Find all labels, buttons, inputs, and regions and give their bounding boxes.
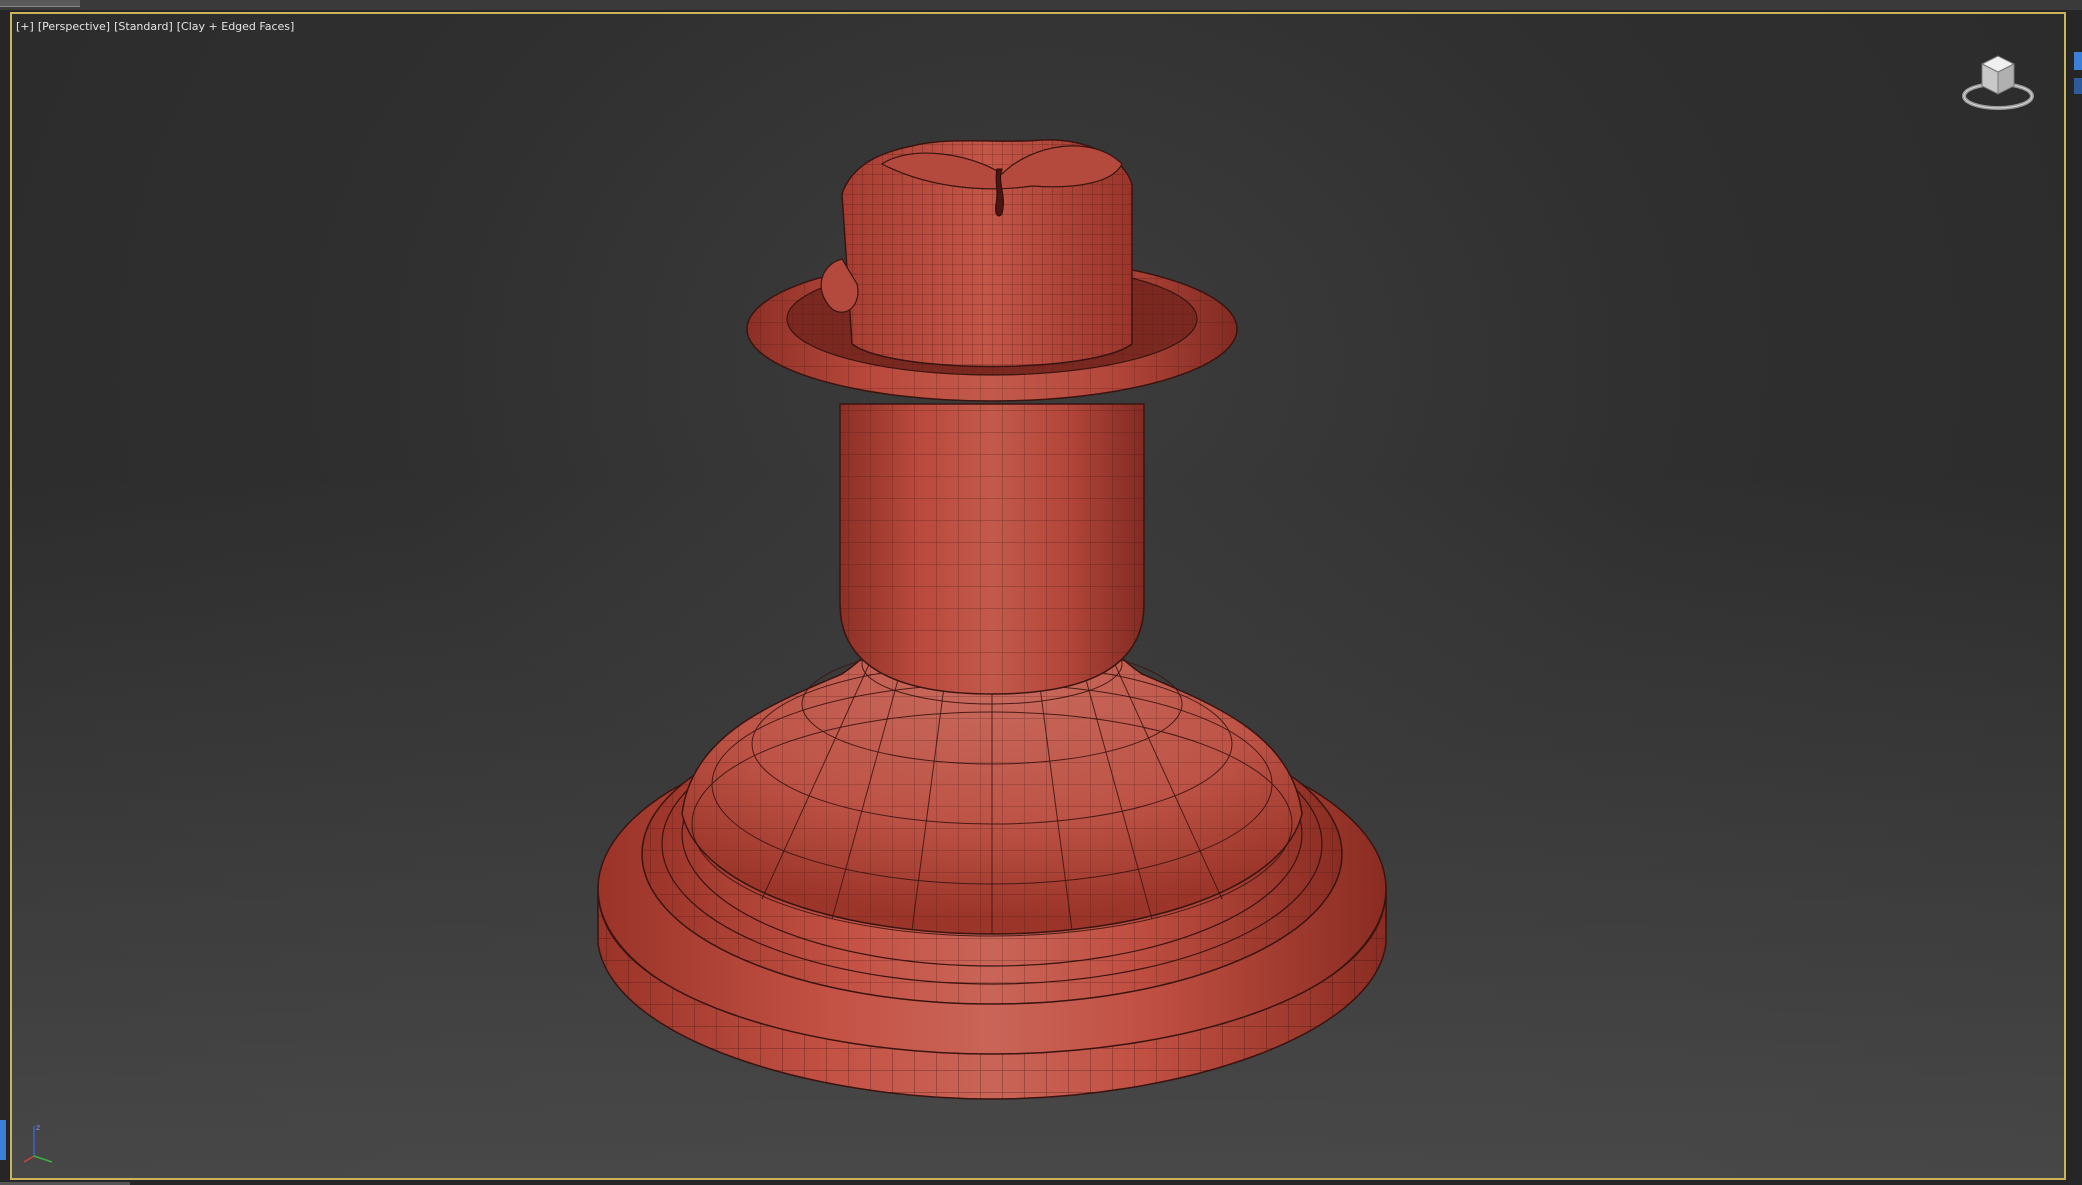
candle-holder-mesh[interactable] [12,14,2066,1180]
viewport-menu-plus[interactable]: [+] [16,20,34,33]
top-toolbar-strip [0,0,2082,10]
viewport-tab[interactable] [0,0,80,7]
viewport-pov-menu[interactable]: [Perspective] [38,20,110,33]
viewport-label[interactable]: [+] [Perspective] [Standard] [Clay + Edg… [16,20,294,33]
left-edge-handle[interactable] [0,1120,6,1160]
viewport-shading-preset-menu[interactable]: [Standard] [114,20,173,33]
svg-text:z: z [36,1123,40,1132]
viewport-display-mode-menu[interactable]: [Clay + Edged Faces] [177,20,295,33]
axis-tripod-icon: z [23,1123,53,1163]
perspective-viewport[interactable]: [+] [Perspective] [Standard] [Clay + Edg… [10,12,2066,1180]
app-window: [+] [Perspective] [Standard] [Clay + Edg… [0,0,2082,1185]
right-panel-tab-mid[interactable] [2074,78,2082,94]
right-panel-tab-top[interactable] [2074,52,2082,70]
viewcube-icon[interactable] [1960,44,2040,114]
